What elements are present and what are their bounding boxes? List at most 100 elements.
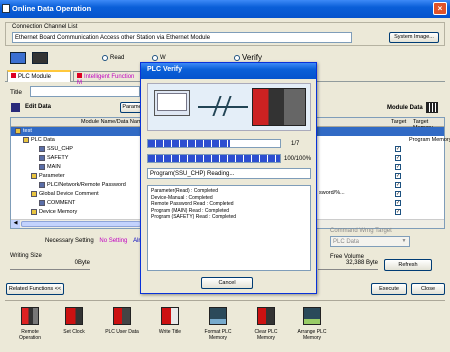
related-functions-button[interactable]: Related Functions << xyxy=(6,283,64,295)
no-setting-text: No Setting xyxy=(99,238,128,244)
folder-icon xyxy=(31,209,37,215)
intelligent-tab-icon xyxy=(77,73,82,78)
free-volume-value: 32,388 Byte xyxy=(318,260,378,270)
plc-module-icon xyxy=(252,88,306,126)
refresh-button[interactable]: Refresh xyxy=(384,259,432,271)
close-icon[interactable]: × xyxy=(433,2,447,15)
verify-radio[interactable] xyxy=(234,55,240,61)
tree-row-label: SSU_CHP xyxy=(47,146,73,152)
command-target-value: PLC Data xyxy=(333,239,360,245)
scroll-thumb[interactable] xyxy=(21,221,141,227)
tree-row-label: Parameter xyxy=(39,173,65,179)
folder-icon xyxy=(15,128,21,134)
target-checkbox[interactable]: ✓ xyxy=(395,182,401,188)
target-checkbox[interactable]: ✓ xyxy=(395,155,401,161)
verify-label: Verify xyxy=(242,53,263,62)
write-mode-icon xyxy=(32,52,48,64)
title-field xyxy=(30,86,140,97)
file-icon xyxy=(39,164,45,170)
writing-size-label: Writing Size xyxy=(10,253,42,259)
target-checkbox[interactable]: ✓ xyxy=(395,209,401,215)
tree-row-label: Global Device Comment xyxy=(39,191,99,197)
online-data-operation-window: Online Data Operation × Connection Chann… xyxy=(0,0,450,352)
write-radio[interactable] xyxy=(152,55,158,61)
execute-button[interactable]: Execute xyxy=(371,283,407,295)
progress-steps-label: 1/7 xyxy=(291,141,300,147)
necessary-setting-label: Necessary Setting xyxy=(45,238,94,244)
tab-intelligent-label: Intelligent Function M xyxy=(77,74,135,86)
folder-icon xyxy=(23,137,29,143)
connection-group-label: Connection Channel List xyxy=(12,24,78,30)
dialog-cancel-button[interactable]: Cancel xyxy=(201,277,253,289)
dialog-titlebar: PLC Verify xyxy=(141,63,316,79)
tree-row-label: PLC/Network/Remote Password xyxy=(47,182,126,188)
necessary-setting-row: Necessary Setting No Setting Alr xyxy=(45,238,155,246)
toolbar-format-plc-memory[interactable]: Format PLC Memory xyxy=(201,307,235,341)
read-mode-icon xyxy=(10,52,26,64)
close-button[interactable]: Close xyxy=(411,283,445,295)
edit-data-label: Edit Data xyxy=(25,104,52,110)
target-checkbox[interactable]: ✓ xyxy=(395,191,401,197)
target-checkbox[interactable]: ✓ xyxy=(395,146,401,152)
free-volume-value-text: 32,388 Byte xyxy=(345,260,378,266)
dialog-status-field: Program(SSU_CHP) Reading... xyxy=(147,168,311,179)
tree-row-label: test xyxy=(23,128,32,134)
tree-row-label: MAIN xyxy=(47,164,61,170)
target-checkbox[interactable]: ✓ xyxy=(395,173,401,179)
tree-row-label: COMMENT xyxy=(47,200,76,206)
scroll-left-icon[interactable]: ◀ xyxy=(11,220,20,228)
plc-user-data-icon xyxy=(113,307,131,325)
writing-size-value: 0Byte xyxy=(10,260,90,270)
related-functions-toolbar: Remote Operation Set Clock PLC User Data… xyxy=(5,300,445,348)
target-checkbox[interactable]: ✓ xyxy=(395,164,401,170)
toolbar-clear-plc-memory[interactable]: Clear PLC Memory xyxy=(249,307,283,341)
arrange-memory-icon xyxy=(303,307,321,325)
dialog-status-text: Program(SSU_CHP) Reading... xyxy=(150,171,235,177)
remote-operation-icon xyxy=(21,307,39,325)
read-radio[interactable] xyxy=(102,55,108,61)
plc-module-tab-icon xyxy=(11,73,16,78)
system-image-button[interactable]: System Image... xyxy=(389,32,439,43)
tab-plc-module[interactable]: PLC Module xyxy=(7,70,71,82)
log-line: Program (SAFETY) Read : Completed xyxy=(151,214,237,220)
module-data-icon[interactable] xyxy=(426,102,438,113)
toolbar-arrange-plc-memory[interactable]: Arrange PLC Memory xyxy=(295,307,329,341)
toolbar-arrange-plc-memory-label: Arrange PLC Memory xyxy=(297,329,327,341)
toolbar-format-plc-memory-label: Format PLC Memory xyxy=(204,329,232,341)
file-icon xyxy=(39,146,45,152)
command-target-label: Command Wrng Target xyxy=(330,228,392,234)
target-checkbox[interactable]: ✓ xyxy=(395,200,401,206)
toolbar-set-clock[interactable]: Set Clock xyxy=(57,307,91,335)
window-titlebar: Online Data Operation × xyxy=(0,0,450,18)
read-label: Read xyxy=(110,55,125,61)
tab-intelligent-function[interactable]: Intelligent Function M xyxy=(73,71,145,86)
tree-row-label: Device Memory xyxy=(39,209,78,215)
file-icon xyxy=(39,155,45,161)
toolbar-plc-user-data[interactable]: PLC User Data xyxy=(105,307,139,335)
format-memory-icon xyxy=(209,307,227,325)
toolbar-write-title-label: Write Title xyxy=(158,329,182,335)
dialog-title: PLC Verify xyxy=(147,66,183,73)
computer-screen xyxy=(157,93,187,111)
toolbar-remote-operation[interactable]: Remote Operation xyxy=(13,307,47,341)
header-name[interactable]: Module Name/Data Name xyxy=(81,119,145,125)
toolbar-write-title[interactable]: Write Title xyxy=(153,307,187,335)
toolbar-clear-plc-memory-label: Clear PLC Memory xyxy=(254,329,278,341)
connection-channel-field: Ethernet Board Communication Access othe… xyxy=(12,32,352,43)
target-memory-value: Program Memory/... xyxy=(409,137,450,143)
writing-size-value-text: 0Byte xyxy=(74,260,90,266)
toolbar-plc-user-data-label: PLC User Data xyxy=(105,329,139,335)
progress-bar-steps-fill xyxy=(148,140,230,147)
connection-group: Connection Channel List Ethernet Board C… xyxy=(5,22,445,46)
set-clock-icon xyxy=(65,307,83,325)
progress-bar-steps xyxy=(147,139,281,148)
command-target-select: PLC Data ▼ xyxy=(330,236,410,247)
folder-icon xyxy=(31,191,37,197)
window-title: Online Data Operation xyxy=(12,4,92,13)
header-target[interactable]: Target xyxy=(391,119,406,125)
dialog-illustration xyxy=(147,83,311,131)
progress-percent-label: 100/100% xyxy=(284,156,312,162)
dialog-log: Parameter(Read) : Completed Device-Manua… xyxy=(147,185,311,271)
edit-data-icon xyxy=(11,103,20,112)
folder-icon xyxy=(31,173,37,179)
